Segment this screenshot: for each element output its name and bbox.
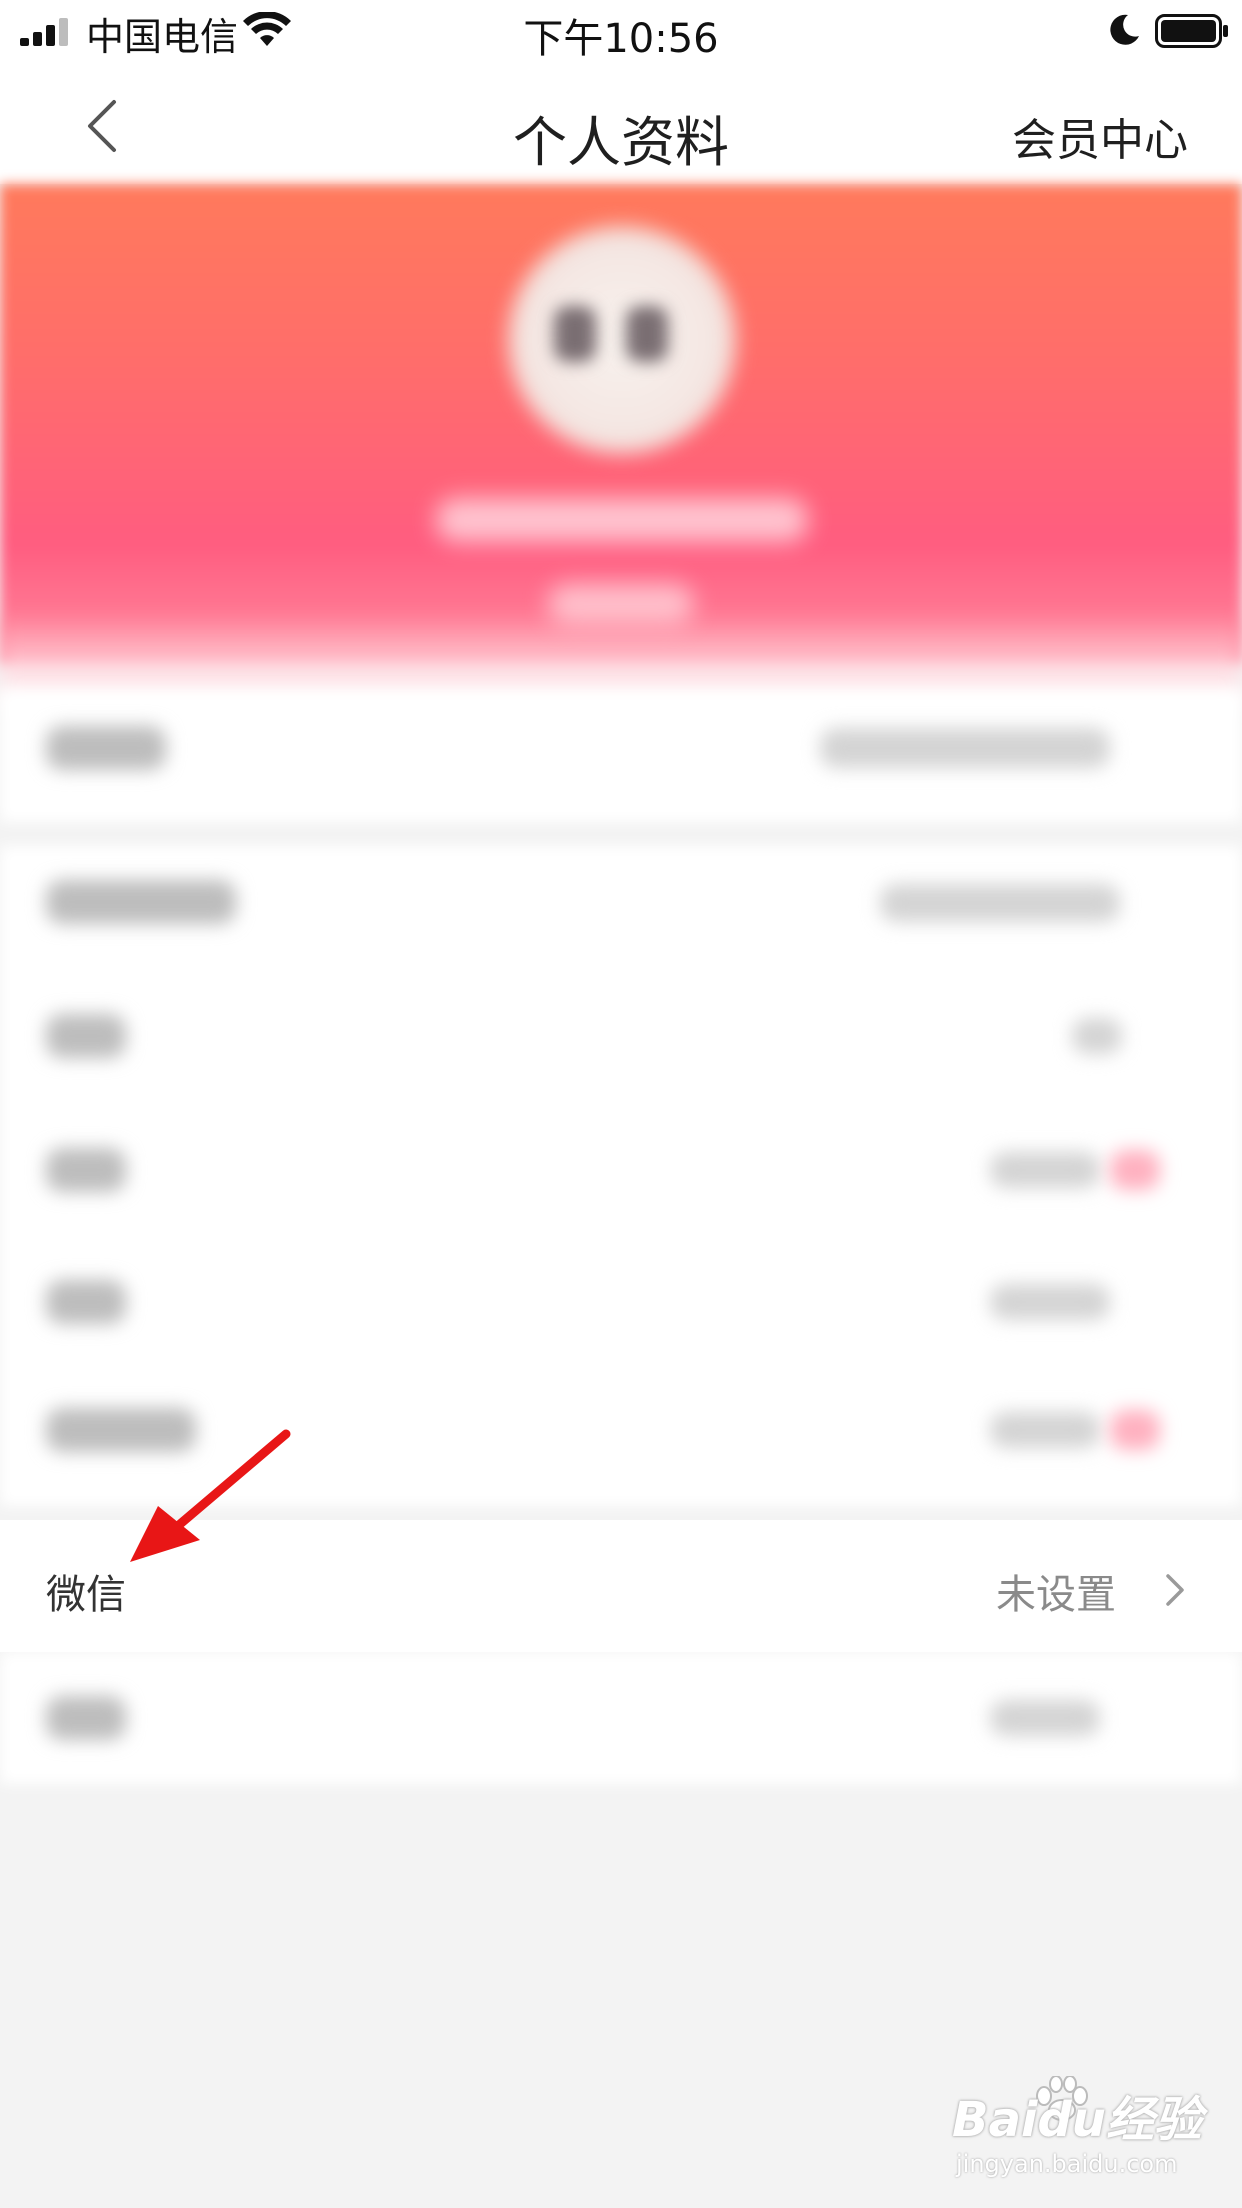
blurred-nickname <box>436 498 808 542</box>
blurred-row-value <box>990 1412 1100 1448</box>
status-time: 下午10:56 <box>523 16 719 62</box>
blurred-row-value <box>990 1152 1100 1188</box>
avatar-detail <box>554 306 596 362</box>
member-center-button[interactable]: 会员中心 <box>1012 104 1188 168</box>
blurred-row-label <box>46 1696 126 1740</box>
battery-icon <box>1155 14 1228 48</box>
avatar[interactable] <box>508 226 736 454</box>
chevron-right-icon <box>1166 1574 1184 1606</box>
watermark-brand: Baidu经验 <box>952 2092 1202 2148</box>
blurred-row-label <box>46 1148 126 1192</box>
blurred-row-label <box>46 880 236 924</box>
blurred-row-value <box>880 884 1120 922</box>
blurred-row-value <box>1110 1410 1160 1450</box>
blurred-row-label <box>46 1280 126 1324</box>
blurred-row-label <box>46 1014 126 1058</box>
wechat-label: 微信 <box>46 1572 126 1618</box>
wechat-status: 未设置 <box>996 1572 1116 1618</box>
blurred-row-value <box>990 1284 1110 1320</box>
blurred-row-value <box>1072 1018 1122 1054</box>
blurred-row-value <box>1110 1150 1160 1190</box>
blurred-row-value <box>820 728 1110 768</box>
avatar-detail <box>626 306 668 362</box>
blurred-row-label <box>46 726 166 770</box>
blurred-badge <box>548 584 694 624</box>
watermark-url: jingyan.baidu.com <box>956 2150 1178 2178</box>
do-not-disturb-moon-icon <box>1110 14 1139 45</box>
blurred-row-value <box>990 1700 1100 1736</box>
annotation-arrow-icon <box>130 1429 291 1562</box>
